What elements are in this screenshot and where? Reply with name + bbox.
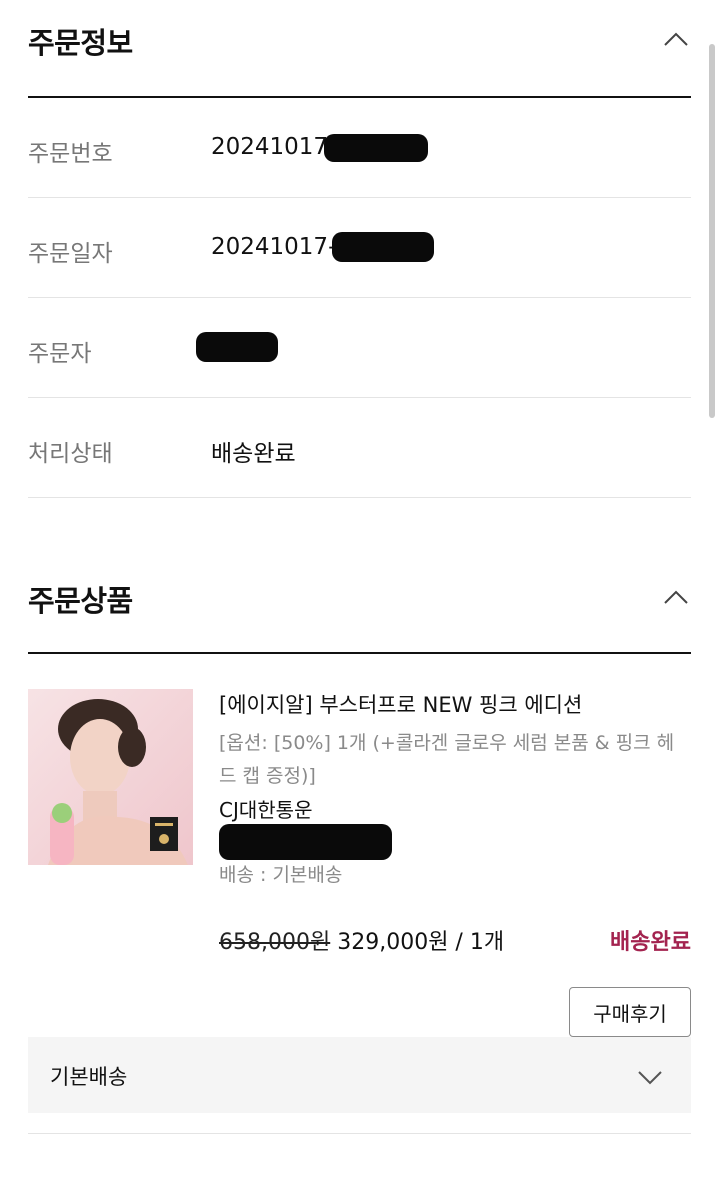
- order-items-header[interactable]: 주문상품: [28, 578, 691, 638]
- redaction-mark: [196, 332, 278, 362]
- status-row: 처리상태 배송완료: [28, 398, 691, 498]
- bottom-divider: [28, 1133, 691, 1134]
- price-line: 658,000원 329,000원 / 1개: [219, 924, 504, 956]
- order-date-value: 20241017-(: [211, 234, 346, 260]
- write-review-button[interactable]: 구매후기: [569, 987, 691, 1037]
- order-number-value: 20241017-: [211, 134, 337, 160]
- order-number-label: 주문번호: [28, 141, 113, 167]
- redaction-mark: [332, 232, 434, 262]
- carrier-name: CJ대한통운: [219, 798, 313, 822]
- order-info-title: 주문정보: [28, 26, 133, 60]
- order-number-row: 주문번호 20241017-: [28, 98, 691, 198]
- original-price: 658,000원: [219, 930, 331, 955]
- redaction-mark: [219, 824, 392, 860]
- status-label: 처리상태: [28, 441, 113, 467]
- item-status-badge: 배송완료: [610, 930, 691, 955]
- order-info-header[interactable]: 주문정보: [28, 20, 691, 80]
- shipping-group-toggle[interactable]: 기본배송: [28, 1037, 691, 1113]
- shipping-type: 배송 : 기본배송: [219, 864, 343, 886]
- product-option: [옵션: [50%] 1개 (+콜라겐 글로우 세럼 본품 & 핑크 헤드 캡 …: [219, 732, 675, 787]
- chevron-up-icon[interactable]: [663, 30, 689, 48]
- orderer-row: 주문자: [28, 298, 691, 398]
- order-items-divider: [28, 652, 691, 654]
- order-date-row: 주문일자 20241017-(: [28, 198, 691, 298]
- product-photo-illustration: [28, 689, 193, 865]
- chevron-up-icon[interactable]: [663, 588, 689, 606]
- order-date-label: 주문일자: [28, 241, 113, 267]
- scrollbar[interactable]: [709, 44, 715, 418]
- chevron-down-icon[interactable]: [637, 1068, 663, 1086]
- sale-price: 329,000원 / 1개: [337, 930, 505, 955]
- orderer-label: 주문자: [28, 341, 92, 367]
- status-value: 배송완료: [211, 441, 296, 467]
- redaction-mark: [324, 134, 428, 162]
- shipping-group-label: 기본배송: [50, 1065, 128, 1089]
- order-items-title: 주문상품: [28, 584, 133, 618]
- product-image[interactable]: [28, 689, 193, 865]
- product-name[interactable]: [에이지알] 부스터프로 NEW 핑크 에디션: [219, 689, 582, 719]
